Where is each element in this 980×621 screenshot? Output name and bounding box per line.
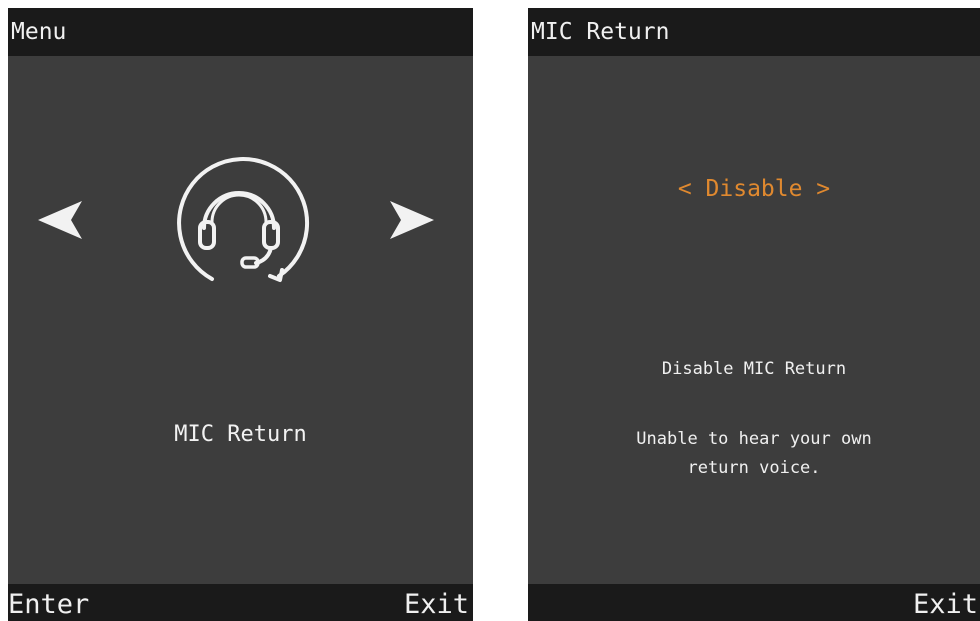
exit-softkey[interactable]: Exit bbox=[404, 584, 469, 621]
menu-item-label: MIC Return bbox=[174, 422, 307, 447]
screen-title: Menu bbox=[11, 19, 67, 45]
description-line-1: Unable to hear your own bbox=[636, 429, 872, 449]
mic-return-screen: MIC Return < Disable > Disable MIC Retur… bbox=[528, 8, 980, 621]
enter-softkey[interactable]: Enter bbox=[8, 584, 89, 621]
title-bar: Menu bbox=[8, 8, 473, 56]
description-line-2: return voice. bbox=[687, 458, 821, 478]
title-bar: MIC Return bbox=[528, 8, 980, 56]
next-arrow-icon[interactable] bbox=[388, 199, 434, 245]
previous-arrow-icon[interactable] bbox=[38, 199, 84, 245]
softkey-bar: Exit bbox=[528, 584, 980, 621]
headset-return-icon bbox=[166, 148, 312, 298]
menu-screen: Menu MIC Return Enter Exit bbox=[8, 8, 473, 621]
option-selector[interactable]: < Disable > bbox=[528, 176, 980, 202]
exit-softkey[interactable]: Exit bbox=[913, 584, 978, 621]
screen-title: MIC Return bbox=[531, 19, 670, 45]
description-heading: Disable MIC Return bbox=[661, 359, 847, 379]
softkey-bar: Enter Exit bbox=[8, 584, 473, 621]
